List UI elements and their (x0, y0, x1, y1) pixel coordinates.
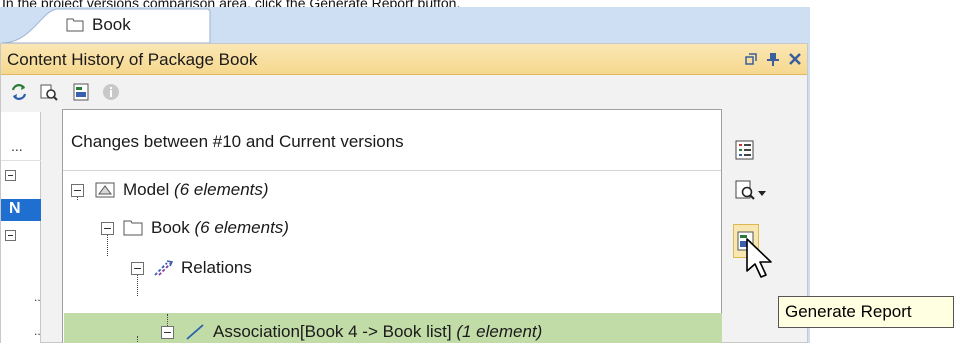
restore-icon[interactable] (743, 51, 759, 67)
collapse-toggle[interactable] (5, 170, 16, 181)
mouse-cursor-icon (746, 238, 772, 278)
changes-tree: Changes between #10 and Current versions… (62, 109, 722, 343)
header-separator (63, 170, 721, 171)
row-label: Association[Book 4 -> Book list] (1 elem… (213, 322, 542, 342)
row-name: Model (123, 180, 170, 199)
info-icon[interactable] (101, 82, 121, 102)
pin-icon[interactable] (765, 51, 781, 67)
tree-row-association[interactable]: Association[Book 4 -> Book list] (1 elem… (63, 316, 721, 343)
dropdown-arrow-icon[interactable] (758, 191, 766, 196)
generate-report-icon[interactable] (71, 82, 91, 102)
row-count: (1 element) (456, 322, 543, 341)
row-name: Relations (181, 258, 252, 277)
association-icon (186, 324, 204, 340)
versions-column: ... N .. .. (1, 112, 41, 343)
row-count: (6 elements) (194, 218, 289, 237)
panel-title: Content History of Package Book (7, 50, 258, 69)
model-icon (95, 182, 115, 198)
row-count: (6 elements) (174, 180, 269, 199)
collapse-toggle[interactable] (71, 184, 84, 197)
close-icon[interactable] (787, 51, 803, 67)
compare-icon[interactable] (39, 82, 59, 102)
refresh-icon[interactable] (9, 82, 29, 102)
changes-header: Changes between #10 and Current versions (71, 132, 404, 151)
tree-row-model[interactable]: Model (6 elements) (63, 174, 721, 206)
search-document-icon[interactable] (734, 179, 756, 201)
row-label: Book (6 elements) (151, 218, 289, 238)
selected-version-row[interactable]: N (1, 199, 41, 221)
tree-row-book[interactable]: Book (6 elements) (63, 212, 721, 244)
collapse-toggle[interactable] (161, 326, 174, 339)
relations-icon (154, 260, 173, 276)
collapse-toggle[interactable] (101, 222, 114, 235)
collapse-toggle[interactable] (5, 230, 16, 241)
generate-report-tooltip: Generate Report (778, 296, 954, 328)
list-icon[interactable] (734, 139, 756, 161)
tooltip-text: Generate Report (785, 302, 912, 321)
selected-version-text: N (9, 200, 21, 217)
package-icon (123, 220, 143, 236)
row-label: Model (6 elements) (123, 180, 269, 200)
collapse-toggle[interactable] (131, 262, 144, 275)
panel-toolbar (1, 75, 807, 107)
row-label: Relations (181, 258, 252, 278)
column-header-ellipsis[interactable]: ... (11, 138, 23, 154)
row-name: Book (151, 218, 190, 237)
tree-row-relations[interactable]: Relations (63, 252, 721, 284)
row-name: Association[Book 4 -> Book list] (213, 322, 452, 341)
strip-separator (1, 160, 41, 161)
panel-header: Content History of Package Book (1, 44, 807, 75)
application-window: Book Content History of Package Book ...… (0, 7, 954, 343)
tab-label: Book (92, 15, 131, 34)
tree-dots: .. (34, 324, 41, 338)
tab-book[interactable]: Book (2, 7, 212, 43)
tree-dots: .. (34, 290, 41, 304)
package-icon (66, 18, 84, 32)
